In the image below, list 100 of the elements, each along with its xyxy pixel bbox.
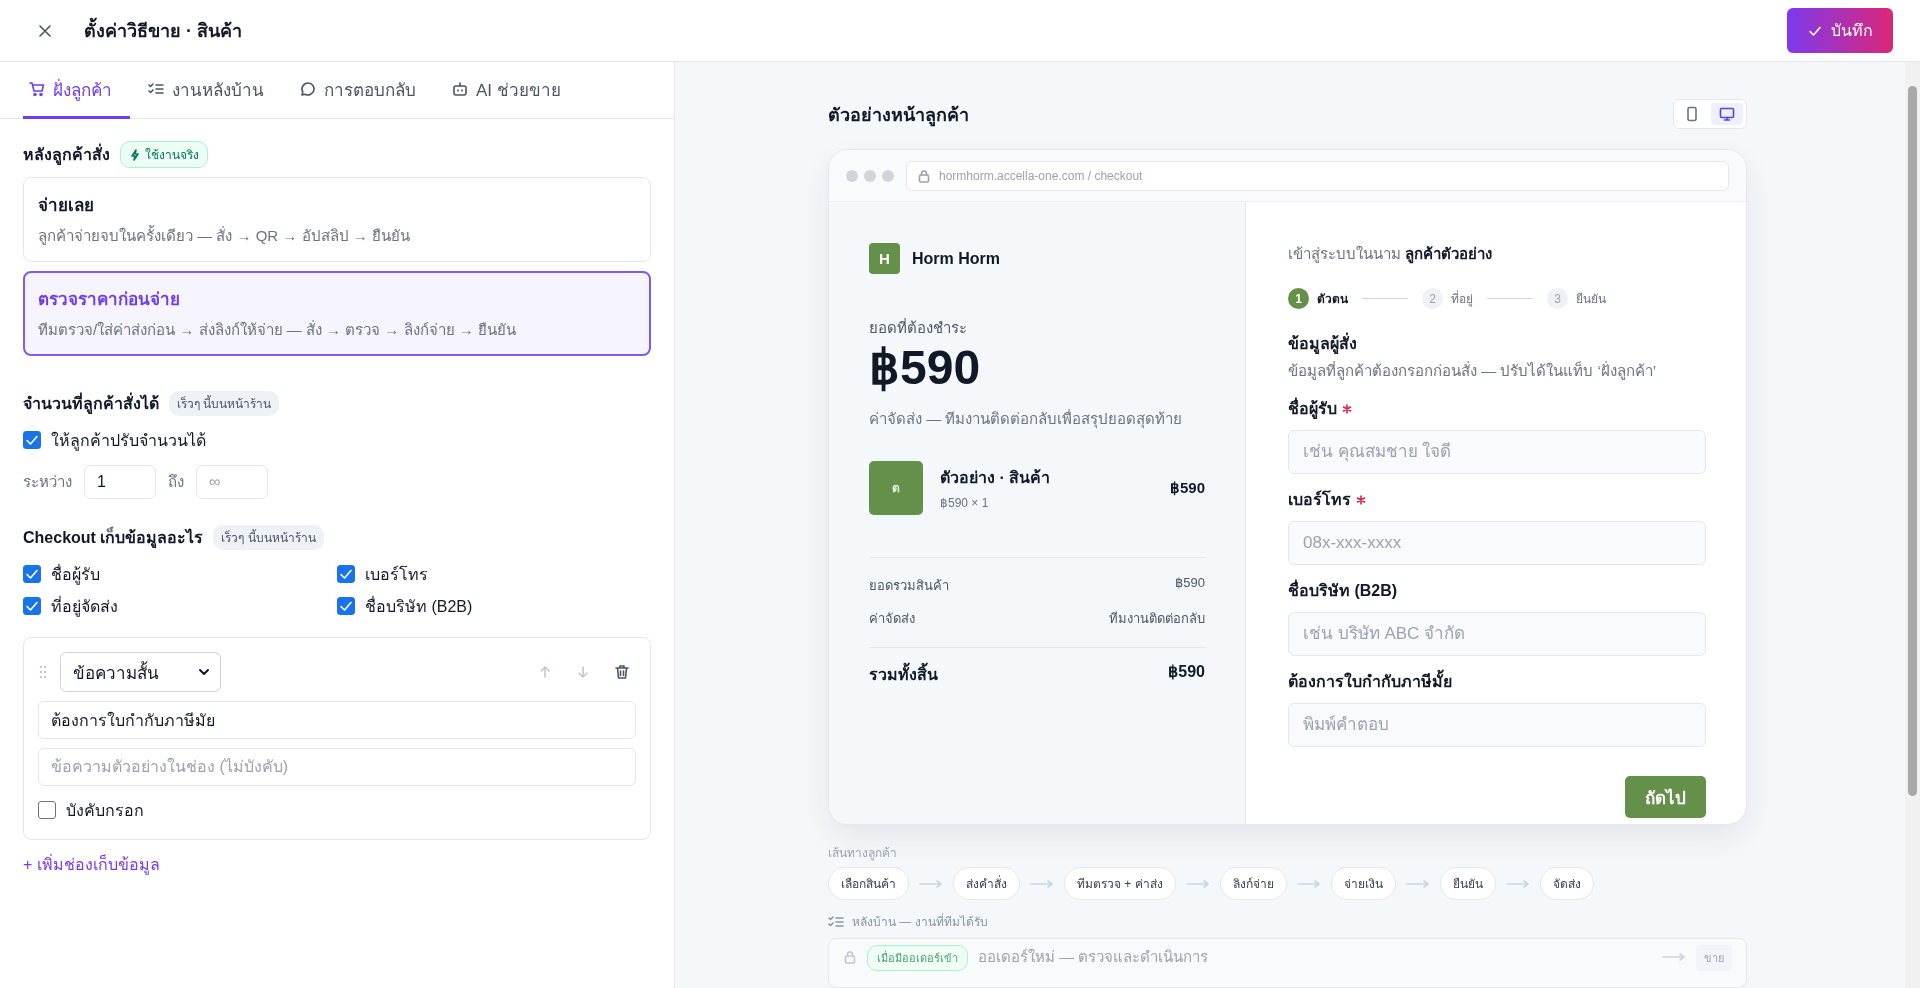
journey-step: ทีมตรวจ + ค่าส่ง — [1064, 867, 1176, 900]
summary-value: ฿590 — [1175, 574, 1205, 592]
summary-value: ทีมงานติดต่อกลับ — [1109, 609, 1205, 628]
step-number: 3 — [1547, 288, 1568, 309]
trash-icon — [614, 664, 630, 680]
amount-label: ยอดที่ต้องชำระ — [869, 317, 968, 338]
store-name: Horm Horm — [912, 249, 1000, 268]
input-field[interactable]: ต้องการใบกำกับภาษีมัย — [38, 701, 636, 739]
input-field[interactable]: ∞ — [196, 465, 268, 499]
checkbox[interactable] — [38, 801, 56, 819]
checkbox[interactable] — [23, 565, 41, 583]
checkbox[interactable] — [337, 565, 355, 583]
tab[interactable]: AI ช่วยขาย — [434, 62, 579, 119]
section-heading: จำนวนที่ลูกค้าสั่งได้ — [23, 391, 159, 416]
field-label: ต้องการใบกำกับภาษีมั้ย — [1288, 669, 1452, 694]
checkbox-label: ที่อยู่จัดส่ง — [51, 595, 118, 619]
status-badge: ใช้งานจริง — [120, 141, 208, 168]
summary-label: ยอดรวมสินค้า — [869, 576, 949, 595]
checkbox-label: เบอร์โทร — [365, 564, 428, 585]
preview-title: ตัวอย่างหน้าลูกค้า — [828, 103, 969, 129]
drag-handle-icon — [38, 665, 48, 679]
checkbox-label: บังคับกรอก — [66, 800, 144, 821]
journey-step: จัดส่ง — [1539, 867, 1594, 900]
input-field[interactable]: เช่น คุณสมชาย ใจดี — [1288, 430, 1706, 474]
journey-step: ยืนยัน — [1439, 867, 1496, 900]
step-label: ตัวตน — [1317, 291, 1348, 308]
input-field[interactable]: 08x-xxx-xxxx — [1288, 521, 1706, 565]
checkbox[interactable] — [337, 597, 355, 615]
tab[interactable]: งานหลังบ้าน — [130, 62, 282, 119]
chat-bubble-icon — [300, 81, 316, 97]
status-badge: เร็วๆ นี้บนหน้าร้าน — [213, 525, 324, 550]
chevron-down-icon — [198, 668, 210, 676]
input-field[interactable]: ข้อความตัวอย่างในช่อง (ไม่บังคับ) — [38, 748, 636, 786]
product-name: ตัวอย่าง · สินค้า — [940, 468, 1052, 489]
step-label: ยืนยัน — [1576, 291, 1606, 308]
section-heading: หลังลูกค้าสั่ง — [23, 142, 110, 167]
task-tag: ขาย — [1696, 945, 1732, 971]
form-subtitle: ข้อมูลที่ลูกค้าต้องกรอกก่อนสั่ง — ปรับได้ในแท็บ ‘ฝั่งลูกค้า’ — [1288, 360, 1658, 382]
input-field[interactable]: 1 — [84, 465, 156, 499]
lightning-icon — [129, 148, 141, 161]
tab[interactable]: การตอบกลับ — [282, 62, 434, 119]
field-label: ชื่อบริษัท (B2B) — [1288, 578, 1398, 603]
robot-icon — [452, 81, 468, 97]
journey-step: เลือกสินค้า — [828, 867, 909, 900]
lock-icon — [917, 168, 931, 183]
option-description: ลูกค้าจ่ายจบในครั้งเดียว — สั่ง → QR → อัปสลิป → ยืนยัน — [38, 224, 411, 247]
arrow-right-icon — [1296, 878, 1321, 889]
journey-step: ส่งคำสั่ง — [953, 867, 1020, 900]
trigger-badge: เมื่อมีออเดอร์เข้า — [867, 945, 968, 971]
summary-label: ค่าจัดส่ง — [869, 609, 915, 628]
field-label: ชื่อผู้รับ — [1288, 396, 1337, 421]
product-thumbnail: ต — [869, 460, 923, 515]
lock-icon — [843, 950, 857, 964]
total-value: ฿590 — [1168, 661, 1205, 682]
window-dots-icon — [846, 169, 894, 182]
total-label: รวมทั้งสิ้น — [869, 661, 938, 687]
field-label: เบอร์โทร — [1288, 489, 1351, 510]
arrow-right-icon — [1405, 878, 1430, 889]
checkbox[interactable] — [23, 597, 41, 615]
arrow-up-icon — [538, 665, 552, 679]
arrow-right-icon — [1505, 878, 1530, 889]
checklist-icon — [828, 913, 844, 930]
arrow-right-icon — [1185, 878, 1210, 889]
option-card[interactable]: ตรวจราคาก่อนจ่าย ทีมตรวจ/ใส่ค่าส่งก่อน → ส่งลิงก์ให้จ่าย — สั่ง → ตรวจ → ลิงก์จ่าย → ยืนยัน — [23, 271, 651, 356]
monitor-icon — [1719, 106, 1735, 122]
cart-icon — [29, 81, 45, 97]
store-logo: H — [869, 243, 900, 274]
input-field[interactable]: เช่น บริษัท ABC จำกัด — [1288, 612, 1706, 656]
shipping-note: ค่าจัดส่ง — ทีมงานติดต่อกลับเพื่อสรุปยอดสุดท้าย — [869, 408, 1184, 431]
tab[interactable]: ฝั่งลูกค้า — [23, 62, 130, 119]
range-label: ถึง — [168, 472, 184, 492]
option-title: ตรวจราคาก่อนจ่าย — [38, 289, 181, 311]
input-field[interactable]: พิมพ์คำตอบ — [1288, 703, 1706, 747]
step-number: 2 — [1422, 288, 1443, 309]
option-title: จ่ายเลย — [38, 195, 95, 217]
section-heading: Checkout เก็บข้อมูลอะไร — [23, 525, 204, 550]
arrow-right-icon — [919, 878, 943, 889]
step-number: 1 — [1288, 288, 1309, 309]
add-field-link[interactable]: + เพิ่มช่องเก็บข้อมูล — [23, 852, 160, 877]
checkbox[interactable] — [23, 431, 41, 449]
journey-label: เส้นทางลูกค้า — [828, 845, 898, 862]
journey-step: ลิงก์จ่าย — [1219, 867, 1287, 900]
task-text: ออเดอร์ใหม่ — ตรวจและดำเนินการ — [978, 947, 1210, 967]
close-icon — [38, 23, 52, 38]
status-badge: เร็วๆ นี้บนหน้าร้าน — [169, 391, 280, 416]
option-description: ทีมตรวจ/ใส่ค่าส่งก่อน → ส่งลิงก์ให้จ่าย — สั่ง → ตรวจ → ลิงก์จ่าย → ยืนยัน — [38, 319, 517, 340]
required-icon — [1356, 494, 1366, 505]
option-card[interactable]: จ่ายเลย ลูกค้าจ่ายจบในครั้งเดียว — สั่ง → QR → อัปสลิป → ยืนยัน — [23, 177, 651, 262]
arrow-right-icon — [1662, 952, 1686, 962]
form-title: ข้อมูลผู้สั่ง — [1288, 331, 1706, 356]
arrow-down-icon — [576, 665, 590, 679]
checkbox-label: ให้ลูกค้าปรับจำนวนได้ — [51, 430, 206, 453]
checkbox-label: ชื่อบริษัท (B2B) — [365, 595, 473, 617]
checkbox-label: ชื่อผู้รับ — [51, 563, 100, 587]
next-button[interactable]: ถัดไป — [1625, 776, 1706, 818]
signed-in-text: เข้าสู่ระบบในนาม ลูกค้าตัวอย่าง — [1288, 244, 1494, 266]
device-toggle[interactable] — [1711, 103, 1743, 125]
save-button[interactable]: บันทึก — [1787, 8, 1893, 53]
field-type-dropdown[interactable]: ข้อความสั้น — [60, 652, 221, 692]
scrollbar[interactable] — [1905, 62, 1920, 988]
